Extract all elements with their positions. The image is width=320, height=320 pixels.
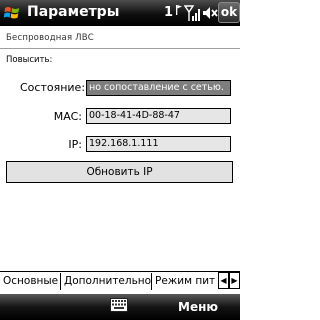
windows-start-icon[interactable]	[2, 3, 22, 23]
softkey-bar: Меню	[0, 294, 240, 320]
tab-scroll-right-icon[interactable]: ▶	[229, 272, 240, 289]
ip-label: IP:	[68, 138, 82, 151]
renew-ip-button[interactable]: Обновить IP	[6, 161, 233, 183]
ok-button[interactable]: ok	[218, 2, 240, 23]
section-title: Беспроводная ЛВС	[6, 33, 94, 43]
connect-label: Повысить:	[6, 55, 53, 65]
notification-flag-icon[interactable]	[175, 4, 183, 16]
status-field[interactable]: но сопоставление с сетью.	[86, 80, 231, 96]
keyboard-icon[interactable]	[110, 298, 128, 312]
mac-field[interactable]: 00-18-41-4D-88-47	[86, 108, 231, 124]
mac-label: MAC:	[53, 110, 82, 123]
tab-strip: Основные Дополнительно Режим пит ◀ ▶	[0, 271, 240, 290]
menu-softkey[interactable]: Меню	[178, 300, 218, 314]
window-title: Параметры	[27, 4, 120, 20]
status-label: Состояние:	[20, 81, 86, 94]
ip-field[interactable]: 192.168.1.111	[86, 136, 231, 152]
tab-basic[interactable]: Основные	[0, 273, 60, 290]
signal-strength-icon[interactable]	[184, 3, 202, 23]
title-bar: Параметры 1 ok	[0, 0, 240, 26]
header-divider	[0, 48, 240, 49]
notification-count[interactable]: 1	[164, 5, 173, 20]
volume-muted-icon[interactable]	[202, 5, 218, 21]
tab-power-mode[interactable]: Режим пит	[151, 273, 218, 290]
tab-scroll-left-icon[interactable]: ◀	[218, 272, 229, 289]
tab-advanced[interactable]: Дополнительно	[60, 273, 151, 290]
